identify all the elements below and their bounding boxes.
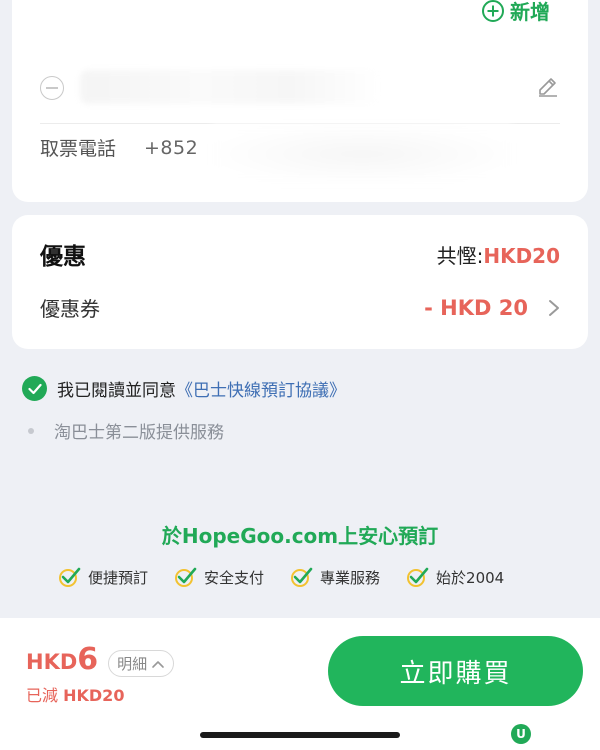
add-passenger-label: 新增: [510, 0, 550, 24]
check-icon: [27, 383, 42, 394]
badge-item: 專業服務: [290, 566, 380, 588]
discount-total-label: 共慳:: [436, 243, 484, 268]
add-passenger-button[interactable]: 新增: [482, 0, 550, 25]
service-note: 淘巴士第二版提供服務: [54, 423, 224, 443]
price-detail-button[interactable]: 明細: [108, 650, 175, 677]
badge-label: 安全支付: [204, 568, 265, 587]
app-watermark-logo: U: [511, 724, 531, 744]
badge-item: 始於2004: [406, 566, 504, 588]
detail-label: 明細: [117, 655, 148, 673]
saved-amount-line: 已減 HKD20: [26, 682, 124, 706]
discount-card: 優惠 共慳:HKD20 優惠券 - HKD 20: [12, 215, 588, 349]
chevron-right-icon: [549, 299, 559, 316]
discount-header: 優惠 共慳:HKD20: [40, 237, 560, 271]
saved-prefix: 已減: [26, 686, 59, 705]
badge-label: 專業服務: [320, 568, 381, 587]
agreement-checkbox[interactable]: [22, 376, 47, 401]
check-badge-icon: [407, 567, 429, 587]
agreement-text: 我已閱讀並同意《巴士快線預訂協議》: [57, 376, 346, 401]
discount-total-amount: HKD20: [483, 243, 560, 268]
check-badge-icon: [59, 567, 81, 587]
phone-label: 取票電話: [40, 138, 117, 160]
badge-label: 始於2004: [436, 568, 505, 587]
home-indicator[interactable]: [200, 732, 400, 738]
coupon-value-group: - HKD 20: [424, 296, 560, 320]
saved-amount: HKD20: [63, 686, 125, 705]
redacted-passenger-info: [80, 70, 380, 104]
trust-badges: 便捷預訂 安全支付 專業服務 始於2004: [58, 566, 504, 588]
phone-row[interactable]: 取票電話 +852: [40, 134, 198, 161]
agreement-prefix: 我已閱讀並同意: [57, 381, 176, 401]
buy-now-button[interactable]: 立即購買: [328, 636, 583, 706]
bullet-dot: [28, 427, 34, 434]
contact-card: 新增 取票電話 +852: [12, 0, 588, 202]
chevron-up-icon: [152, 660, 164, 668]
checkout-bar: HKD 6 明細 已減 HKD20 立即購買 U: [0, 618, 600, 750]
remove-passenger-icon[interactable]: [40, 76, 64, 100]
badge-item: 便捷預訂: [58, 566, 148, 588]
check-badge-icon: [291, 567, 313, 587]
discount-title: 優惠: [40, 244, 86, 270]
coupon-row[interactable]: 優惠券 - HKD 20: [40, 293, 560, 322]
promo-title: 於HopeGoo.com上安心預訂: [161, 524, 439, 548]
agreement-row: 我已閱讀並同意《巴士快線預訂協議》: [22, 376, 346, 401]
price-line: HKD 6 明細: [26, 642, 175, 677]
service-note-row: 淘巴士第二版提供服務: [28, 418, 224, 443]
edit-icon[interactable]: [536, 74, 560, 98]
badge-item: 安全支付: [174, 566, 264, 588]
coupon-value: - HKD 20: [424, 295, 528, 320]
coupon-label: 優惠券: [40, 297, 100, 321]
agreement-link[interactable]: 《巴士快線預訂協議》: [176, 381, 346, 401]
check-badge-icon: [175, 567, 197, 587]
badge-label: 便捷預訂: [88, 568, 149, 587]
redacted-phone-number: [212, 124, 512, 184]
passenger-row: [40, 70, 560, 124]
phone-country-code: +852: [144, 136, 199, 159]
price-currency: HKD: [26, 650, 78, 674]
price-value: 6: [77, 642, 99, 677]
plus-circle-icon: [482, 0, 504, 22]
discount-total: 共慳:HKD20: [437, 240, 560, 269]
